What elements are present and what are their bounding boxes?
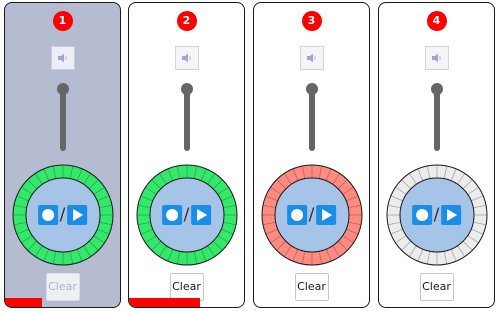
track-number-badge: 4 xyxy=(426,11,447,31)
record-play-control: / xyxy=(37,205,88,225)
loop-ring[interactable]: / xyxy=(260,163,364,267)
record-play-control: / xyxy=(411,205,462,225)
track-panel-2: 2 / Clear xyxy=(128,2,245,308)
separator-slash: / xyxy=(59,205,66,225)
clear-button[interactable]: Clear xyxy=(419,273,454,301)
record-button[interactable] xyxy=(37,205,58,225)
loop-ring[interactable]: / xyxy=(385,163,489,267)
volume-slider-track xyxy=(59,87,66,151)
volume-slider[interactable] xyxy=(56,83,70,153)
speaker-icon xyxy=(181,53,191,63)
record-button[interactable] xyxy=(161,205,182,225)
track-panel-1: 1 / Clear xyxy=(4,2,121,308)
volume-slider-thumb[interactable] xyxy=(430,83,443,95)
mute-button[interactable] xyxy=(299,46,324,70)
volume-slider-track xyxy=(183,87,190,151)
play-button[interactable] xyxy=(316,205,337,225)
volume-slider[interactable] xyxy=(305,83,319,153)
track-number-badge: 3 xyxy=(301,11,322,31)
volume-slider-thumb[interactable] xyxy=(56,83,69,95)
speaker-icon xyxy=(306,53,316,63)
speaker-icon xyxy=(431,53,441,63)
loop-ring[interactable]: / xyxy=(11,163,115,267)
volume-slider[interactable] xyxy=(180,83,194,153)
track-progress-bar xyxy=(129,298,201,307)
record-play-control: / xyxy=(286,205,337,225)
play-button[interactable] xyxy=(191,205,212,225)
volume-slider-track xyxy=(308,87,315,151)
clear-button[interactable]: Clear xyxy=(45,273,80,301)
volume-slider[interactable] xyxy=(430,83,444,153)
mute-button[interactable] xyxy=(174,46,199,70)
play-icon xyxy=(322,209,333,221)
volume-slider-thumb[interactable] xyxy=(305,83,318,95)
volume-slider-thumb[interactable] xyxy=(180,83,193,95)
clear-button[interactable]: Clear xyxy=(294,273,329,301)
track-number-badge: 1 xyxy=(52,11,73,31)
track-progress-bar xyxy=(5,298,42,307)
play-icon xyxy=(197,209,208,221)
record-icon xyxy=(415,209,428,221)
play-button[interactable] xyxy=(67,205,88,225)
record-button[interactable] xyxy=(286,205,307,225)
mute-button[interactable] xyxy=(424,46,449,70)
play-icon xyxy=(73,209,84,221)
record-button[interactable] xyxy=(411,205,432,225)
play-icon xyxy=(447,209,458,221)
clear-button[interactable]: Clear xyxy=(169,273,204,301)
record-icon xyxy=(290,209,303,221)
volume-slider-track xyxy=(433,87,440,151)
record-icon xyxy=(165,209,178,221)
track-panel-4: 4 / Clear xyxy=(378,2,495,308)
track-panel-3: 3 / Clear xyxy=(253,2,370,308)
separator-slash: / xyxy=(308,205,315,225)
loop-ring[interactable]: / xyxy=(135,163,239,267)
speaker-icon xyxy=(57,53,67,63)
play-button[interactable] xyxy=(441,205,462,225)
separator-slash: / xyxy=(433,205,440,225)
record-play-control: / xyxy=(161,205,212,225)
track-number-badge: 2 xyxy=(176,11,197,31)
separator-slash: / xyxy=(183,205,190,225)
record-icon xyxy=(41,209,54,221)
mute-button[interactable] xyxy=(50,46,75,70)
